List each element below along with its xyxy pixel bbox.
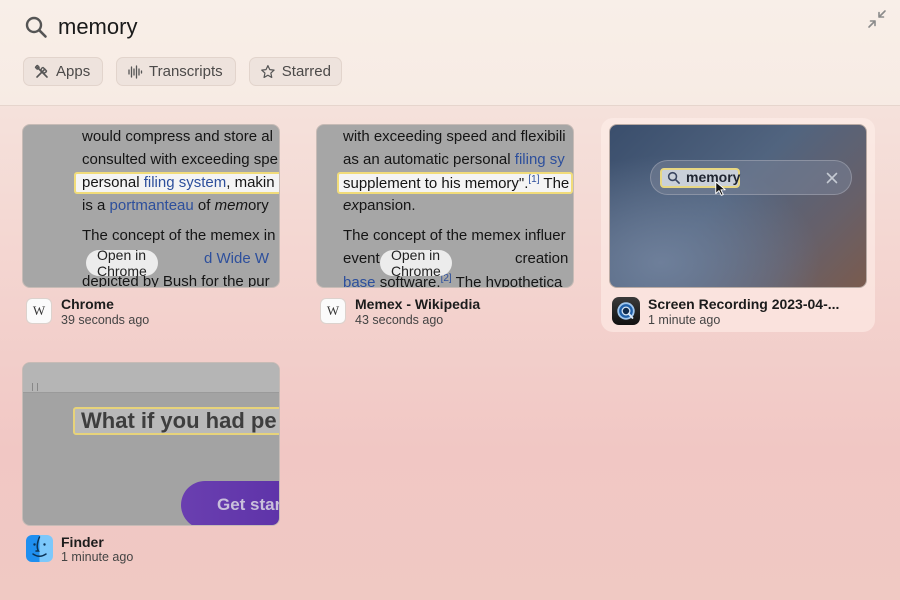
thumbnail-toolbar <box>23 363 279 393</box>
quicktime-icon <box>612 297 640 325</box>
filter-transcripts-label: Transcripts <box>149 63 223 80</box>
search-icon <box>667 171 680 184</box>
result-app-name: Screen Recording 2023-04-... <box>648 296 840 312</box>
result-app-name: Memex - Wikipedia <box>355 296 481 312</box>
search-icon <box>25 16 47 38</box>
result-thumbnail[interactable]: What if you had pe Get star <box>22 362 280 526</box>
search-input[interactable]: memory <box>58 14 137 40</box>
result-app-name: Finder <box>61 534 104 550</box>
wikipedia-icon: W <box>26 298 52 324</box>
filter-apps-label: Apps <box>56 63 91 80</box>
thumbnail-get-started-label: Get star <box>217 495 280 514</box>
result-timestamp: 43 seconds ago <box>355 313 444 327</box>
collapse-icon[interactable] <box>866 8 888 30</box>
filter-starred-label: Starred <box>281 63 331 80</box>
result-app-name: Chrome <box>61 296 114 312</box>
open-in-chrome-button[interactable]: Open in Chrome <box>380 247 452 279</box>
cursor-icon <box>715 181 726 196</box>
thumbnail-search-text: memory <box>686 169 741 185</box>
tools-icon <box>34 64 48 78</box>
open-in-chrome-button[interactable]: Open in Chrome <box>86 247 158 279</box>
close-icon <box>826 172 838 184</box>
thumbnail-heading: What if you had pe <box>81 408 277 433</box>
search-header: memory Apps Transcripts Starred <box>0 0 900 106</box>
wikipedia-icon: W <box>320 298 346 324</box>
star-icon <box>261 64 275 78</box>
filter-starred-button[interactable]: Starred <box>249 57 342 86</box>
thumbnail-sidebar-handle <box>32 383 38 391</box>
result-thumbnail[interactable]: memory <box>609 124 867 288</box>
result-timestamp: 1 minute ago <box>648 313 721 327</box>
result-timestamp: 39 seconds ago <box>61 313 150 327</box>
filter-transcripts-button[interactable]: Transcripts <box>116 57 236 86</box>
finder-icon <box>26 535 53 562</box>
waveform-icon <box>128 64 143 79</box>
result-timestamp: 1 minute ago <box>61 550 134 564</box>
filter-apps-button[interactable]: Apps <box>23 57 103 86</box>
